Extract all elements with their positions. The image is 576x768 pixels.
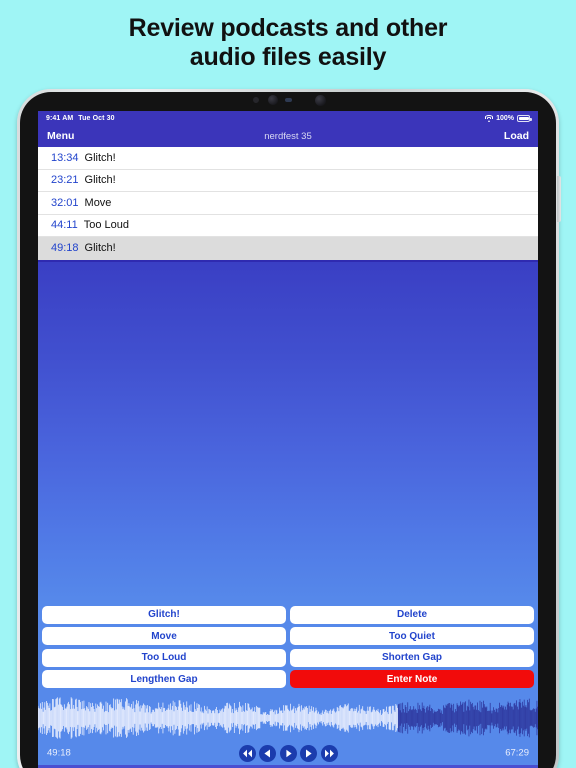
status-date: Tue Oct 30	[78, 114, 115, 122]
action-button-move[interactable]: Move	[42, 627, 286, 645]
ios-status-bar: 9:41 AM Tue Oct 30 100%	[38, 111, 538, 125]
marker-label: Glitch!	[84, 242, 116, 255]
speaker-icon	[285, 98, 292, 102]
face-id-camera-icon	[315, 95, 326, 106]
rewind-icon	[264, 749, 270, 757]
audio-player: 49:18 67:29	[38, 691, 538, 765]
play-button[interactable]	[279, 744, 297, 762]
marker-list: 13:34 Glitch! 23:21 Glitch! 32:01 Move 44:11 To…	[38, 147, 538, 262]
marker-row[interactable]: 44:11 Too Loud	[38, 214, 538, 237]
wifi-icon	[485, 114, 494, 122]
forward-fast-icon	[324, 749, 334, 757]
marker-label: Glitch!	[84, 174, 116, 187]
load-button[interactable]: Load	[504, 130, 529, 142]
rewind-fast-icon	[242, 749, 252, 757]
marker-time: 13:34	[51, 151, 79, 164]
current-time-label: 49:18	[47, 747, 71, 759]
battery-percent-label: 100%	[496, 114, 514, 122]
marker-time: 49:18	[51, 242, 79, 255]
status-time: 9:41 AM	[46, 114, 74, 122]
action-button-lengthen-gap[interactable]: Lengthen Gap	[42, 670, 286, 688]
marker-time: 23:21	[51, 174, 79, 187]
waveform-scrubber[interactable]	[38, 694, 538, 742]
navigation-bar: Menu nerdfest 35 Load	[38, 125, 538, 147]
sensor-icon	[253, 97, 259, 103]
marker-row[interactable]: 49:18 Glitch!	[38, 237, 538, 260]
page-title: Review podcasts and other audio files ea…	[0, 14, 576, 72]
device-screen: 9:41 AM Tue Oct 30 100% Menu nerdfest 35…	[38, 111, 538, 768]
marker-row[interactable]: 32:01 Move	[38, 192, 538, 215]
marker-row[interactable]: 23:21 Glitch!	[38, 169, 538, 192]
screenshot-root: Review podcasts and other audio files ea…	[0, 0, 576, 768]
action-button-too-quiet[interactable]: Too Quiet	[290, 627, 534, 645]
note-canvas-area[interactable]	[38, 261, 538, 603]
status-bar-left: 9:41 AM Tue Oct 30	[46, 115, 115, 122]
forward-fast-button[interactable]	[320, 744, 338, 762]
action-button-too-loud[interactable]: Too Loud	[42, 648, 286, 667]
action-button-shorten-gap[interactable]: Shorten Gap	[290, 648, 534, 667]
action-button-grid: Glitch! Delete Move Too Quiet Too Loud Shorte…	[38, 602, 538, 691]
forward-button[interactable]	[300, 744, 317, 762]
marker-time: 44:11	[51, 219, 78, 232]
battery-icon	[517, 114, 532, 122]
marker-label: Too Loud	[83, 219, 129, 232]
device-side-button[interactable]	[557, 176, 561, 222]
navigation-title: nerdfest 35	[264, 130, 312, 142]
status-bar-right: 100%	[485, 114, 532, 122]
headline-line-1: Review podcasts and other	[128, 14, 448, 42]
action-button-delete[interactable]: Delete	[290, 605, 534, 624]
rewind-fast-button[interactable]	[238, 744, 256, 762]
total-time-label: 67:29	[505, 747, 529, 759]
action-button-glitch[interactable]: Glitch!	[42, 605, 286, 624]
marker-label: Glitch!	[84, 151, 116, 164]
menu-button[interactable]: Menu	[47, 130, 74, 142]
marker-time: 32:01	[51, 196, 79, 209]
rewind-button[interactable]	[259, 744, 276, 762]
marker-label: Move	[84, 196, 112, 209]
front-camera-icon	[268, 95, 278, 105]
marker-row[interactable]: 13:34 Glitch!	[38, 147, 538, 170]
play-icon	[285, 749, 292, 757]
headline-line-2: audio files easily	[189, 43, 387, 71]
forward-icon	[306, 749, 312, 757]
action-button-enter-note[interactable]: Enter Note	[290, 670, 534, 688]
transport-controls: 49:18 67:29	[38, 742, 538, 764]
